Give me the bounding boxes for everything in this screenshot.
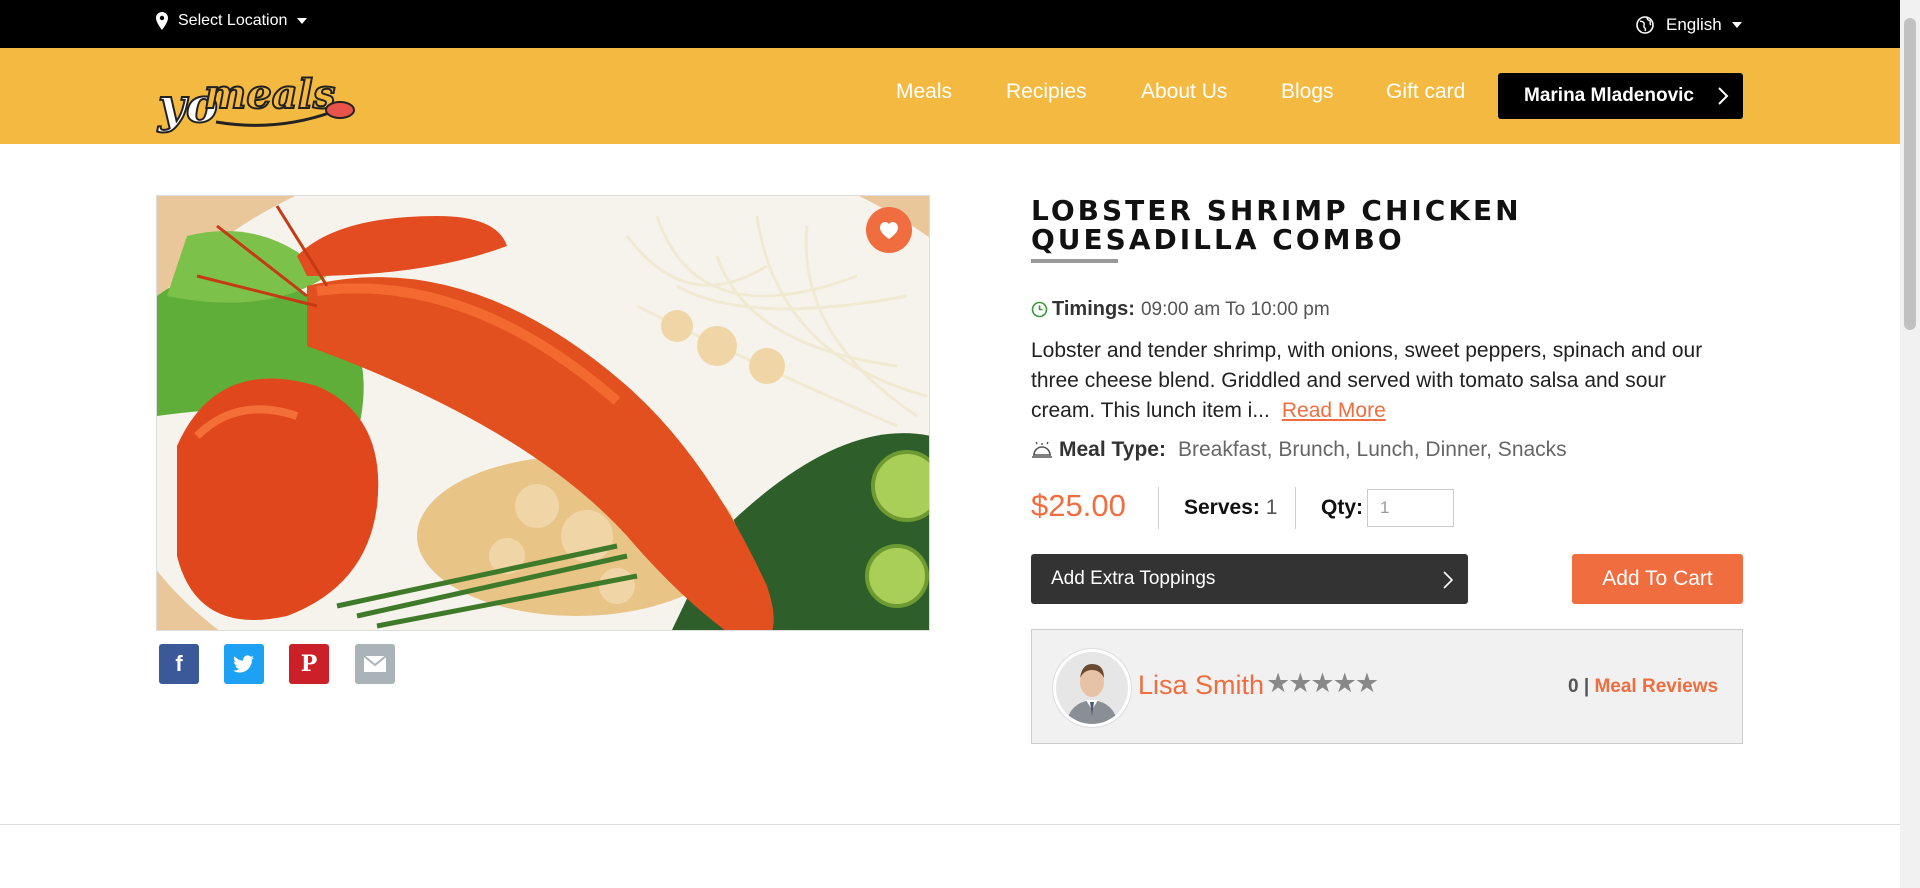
cloche-icon [1032, 441, 1052, 458]
chef-rating-stars: ★★★★★ [1266, 668, 1379, 698]
scrollbar-thumb[interactable] [1904, 18, 1916, 330]
language-label: English [1666, 15, 1722, 34]
section-divider [0, 824, 1900, 825]
lobster-dish-illustration [157, 196, 929, 630]
envelope-icon [363, 655, 387, 672]
logo-text-meals: meals [204, 71, 335, 118]
yomeals-logo[interactable]: yo meals [156, 60, 356, 135]
serves-row: Serves: 1 [1184, 496, 1277, 520]
share-pinterest-button[interactable]: P [289, 644, 329, 684]
toppings-label: Add Extra Toppings [1051, 568, 1216, 589]
user-name: Marina Mladenovic [1524, 85, 1694, 106]
serves-value: 1 [1265, 496, 1278, 519]
chevron-right-icon [1443, 571, 1454, 589]
meal-type-row: Meal Type: Breakfast, Brunch, Lunch, Din… [1031, 438, 1567, 462]
review-separator: | [1583, 676, 1590, 697]
facebook-icon: f [175, 651, 183, 676]
share-facebook-button[interactable]: f [159, 644, 199, 684]
favorite-button[interactable] [866, 207, 912, 253]
product-title: LOBSTER SHRIMP CHICKEN QUESADILLA COMBO [1031, 194, 1522, 256]
map-pin-icon [156, 12, 168, 30]
pinterest-icon: P [300, 651, 318, 677]
nav-recipies[interactable]: Recipies [1006, 80, 1087, 104]
share-email-button[interactable] [355, 644, 395, 684]
product-description-block: Lobster and tender shrimp, with onions, … [1031, 336, 1731, 426]
chef-avatar[interactable] [1053, 649, 1131, 727]
serves-label: Serves: [1184, 496, 1260, 519]
divider [1158, 487, 1159, 529]
globe-icon [1636, 16, 1654, 34]
chef-name[interactable]: Lisa Smith [1138, 670, 1264, 701]
timings-row: Timings: 09:00 am To 10:00 pm [1031, 298, 1330, 321]
clock-icon [1031, 301, 1048, 318]
timings-value: 09:00 am To 10:00 pm [1140, 298, 1330, 320]
location-label: Select Location [178, 12, 288, 29]
product-image [156, 195, 930, 631]
nav-about-us[interactable]: About Us [1141, 80, 1227, 104]
add-extra-toppings-button[interactable]: Add Extra Toppings [1031, 554, 1468, 604]
language-selector[interactable]: English [1636, 15, 1742, 35]
chevron-right-icon [1718, 87, 1729, 105]
heart-icon [880, 222, 898, 239]
meal-reviews-link[interactable]: 0 | Meal Reviews [1568, 676, 1718, 698]
review-count: 0 [1568, 676, 1579, 697]
add-to-cart-button[interactable]: Add To Cart [1572, 554, 1743, 604]
nav-blogs[interactable]: Blogs [1281, 80, 1334, 104]
location-selector[interactable]: Select Location [156, 12, 308, 30]
twitter-icon [233, 655, 254, 673]
title-underline [1031, 259, 1118, 263]
nav-gift-card[interactable]: Gift card [1386, 80, 1465, 104]
top-bar: Select Location English [0, 0, 1900, 48]
divider [1295, 487, 1296, 529]
quantity-input[interactable]: 1 [1367, 489, 1454, 527]
user-account-button[interactable]: Marina Mladenovic [1498, 73, 1743, 119]
read-more-link[interactable]: Read More [1282, 399, 1386, 422]
nav-meals[interactable]: Meals [896, 80, 952, 104]
caret-down-icon [297, 18, 308, 24]
meal-type-value: Breakfast, Brunch, Lunch, Dinner, Snacks [1177, 438, 1567, 461]
meal-type-label: Meal Type: [1059, 438, 1166, 461]
share-twitter-button[interactable] [224, 644, 264, 684]
meal-reviews-label: Meal Reviews [1594, 676, 1719, 697]
product-price: $25.00 [1031, 488, 1126, 523]
caret-down-icon [1731, 22, 1742, 28]
chef-portrait [1056, 652, 1128, 724]
qty-label: Qty: [1321, 496, 1363, 519]
timings-label: Timings: [1052, 298, 1135, 320]
